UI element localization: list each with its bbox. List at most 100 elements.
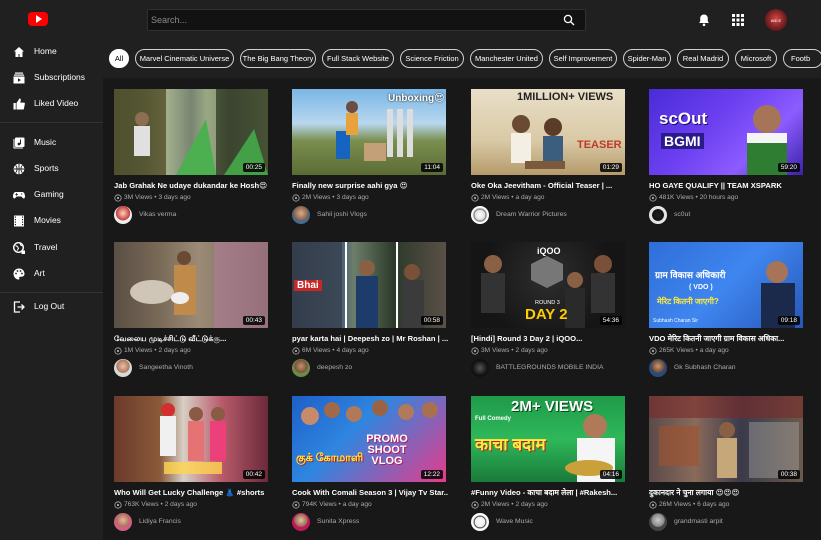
video-age: 20 hours ago — [699, 194, 739, 201]
channel-avatar[interactable] — [649, 206, 667, 224]
channel-name[interactable]: Sunita Xpress — [317, 518, 359, 525]
sidebar-item-home[interactable]: Home — [0, 42, 103, 62]
channel-name[interactable]: Dream Warrior Pictures — [496, 211, 567, 218]
sidebar-item-subscriptions[interactable]: Subscriptions — [0, 68, 103, 88]
channel-name[interactable]: Wave Music — [496, 518, 533, 525]
chip-all[interactable]: All — [109, 49, 129, 68]
chip[interactable]: Self Improvement — [549, 49, 617, 68]
chip[interactable]: Spider-Man — [623, 49, 671, 68]
channel-name[interactable]: Gk Subhash Charan — [674, 364, 736, 371]
video-meta: 26M Views • 6 days ago — [649, 501, 729, 509]
channel-name[interactable]: grandmasti arpit — [674, 518, 723, 525]
sidebar-item-sports[interactable]: Sports — [0, 159, 103, 179]
video-duration: 04:16 — [599, 470, 622, 479]
video-thumbnail[interactable]: Unboxing😍 11:04 — [292, 89, 446, 175]
chip[interactable]: Footb — [783, 49, 821, 68]
video-title[interactable]: HO GAYE QUALIFY || TEAM XSPARK — [649, 181, 805, 190]
search-icon[interactable] — [563, 14, 575, 26]
video-thumbnail[interactable]: 00:42 — [114, 396, 268, 482]
channel-avatar[interactable] — [292, 513, 310, 531]
video-thumbnail[interactable]: 1MILLION+ VIEWS TEASER 01:29 — [471, 89, 625, 175]
video-thumbnail[interactable]: 00:25 — [114, 89, 268, 175]
video-title[interactable]: VDO मेरिट कितनी जाएगी ग्राम विकास अधिका.… — [649, 334, 805, 344]
video-meta: 763K Views • 2 days ago — [114, 501, 197, 509]
views-icon — [649, 194, 657, 202]
video-thumbnail[interactable]: 00:43 — [114, 242, 268, 328]
video-duration: 00:38 — [777, 470, 800, 479]
video-meta: 794K Views • a day ago — [292, 501, 372, 509]
sidebar-item-art[interactable]: Art — [0, 264, 103, 284]
channel-name[interactable]: BATTLEGROUNDS MOBILE INDIA — [496, 364, 604, 371]
video-duration: 12:22 — [420, 470, 443, 479]
apps-grid-icon[interactable] — [731, 13, 745, 27]
sidebar-item-movies[interactable]: Movies — [0, 211, 103, 231]
sidebar-item-liked-video[interactable]: Liked Video — [0, 94, 103, 114]
video-age: 2 days ago — [515, 347, 548, 354]
video-age: 3 days ago — [158, 194, 191, 201]
chip[interactable]: Marvel Cinematic Universe — [135, 49, 234, 68]
video-title[interactable]: Oke Oka Jeevitham - Official Teaser | ..… — [471, 181, 627, 190]
video-title[interactable]: Cook With Comali Season 3 | Vijay Tv Sta… — [292, 488, 448, 497]
sidebar-item-travel[interactable]: Travel — [0, 238, 103, 258]
channel-avatar[interactable] — [649, 359, 667, 377]
channel-name[interactable]: Sahil joshi Vlogs — [317, 211, 367, 218]
video-title[interactable]: Jab Grahak Ne udaye dukandar ke Hosh😍 — [114, 181, 270, 190]
video-title[interactable]: दुकानदार ने चुना लगाया 😍😍😍 — [649, 488, 805, 498]
chip[interactable]: Manchester United — [470, 49, 543, 68]
avatar-text: ANI.E — [770, 17, 782, 23]
sidebar-item-gaming[interactable]: Gaming — [0, 185, 103, 205]
video-title[interactable]: வேலைய முடிச்சிட்டு வீட்டுக்கு... — [114, 334, 270, 344]
channel-name[interactable]: Lidiya Francis — [139, 518, 181, 525]
bell-icon[interactable] — [697, 13, 711, 27]
video-thumbnail[interactable]: iQOO ROUND 3 DAY 2 54:36 — [471, 242, 625, 328]
video-meta: 2M Views • a day ago — [471, 194, 544, 202]
channel-avatar[interactable] — [114, 206, 132, 224]
channel-avatar[interactable] — [292, 359, 310, 377]
video-age: 3 days ago — [336, 194, 369, 201]
video-views: 2M Views — [481, 194, 510, 201]
chip[interactable]: Real Madrid — [677, 49, 729, 68]
sidebar-item-music[interactable]: Music — [0, 133, 103, 153]
video-thumbnail[interactable]: 00:38 — [649, 396, 803, 482]
video-title[interactable]: Finally new surprise aahi gya 😍 — [292, 181, 448, 190]
search-input[interactable] — [148, 10, 548, 30]
video-title[interactable]: [Hindi] Round 3 Day 2 | iQOO... — [471, 334, 627, 343]
channel-avatar[interactable] — [649, 513, 667, 531]
video-thumbnail[interactable]: 2M+ VIEWS Full Comedy काचा बदाम 04:16 — [471, 396, 625, 482]
channel-avatar[interactable] — [471, 513, 489, 531]
thumbnail-overlay-text: DAY 2 — [525, 306, 568, 323]
thumbnail-overlay-text: Bhai — [294, 280, 322, 291]
video-meta: 1M Views • 2 days ago — [114, 347, 191, 355]
channel-avatar[interactable] — [114, 513, 132, 531]
sidebar-item-label: Log Out — [34, 301, 65, 311]
video-views: 481K Views — [659, 194, 694, 201]
video-duration: 09:18 — [777, 316, 800, 325]
video-age: 2 days ago — [515, 501, 548, 508]
video-thumbnail[interactable]: ग्राम विकास अधिकारी ( VDO ) मेरिट कितनी … — [649, 242, 803, 328]
video-thumbnail[interactable]: PROMO SHOOT VLOG குக் கோமாளி 12:22 — [292, 396, 446, 482]
video-thumbnail[interactable]: Bhai 00:58 — [292, 242, 446, 328]
user-avatar[interactable]: ANI.E — [765, 9, 787, 31]
video-title[interactable]: pyar karta hai | Deepesh zo | Mr Roshan … — [292, 334, 448, 343]
chip[interactable]: Microsoft — [735, 49, 777, 68]
channel-name[interactable]: Sangeetha Vinoth — [139, 364, 193, 371]
youtube-logo-icon[interactable] — [28, 12, 48, 26]
channel-avatar[interactable] — [114, 359, 132, 377]
chip[interactable]: Science Friction — [400, 49, 464, 68]
sidebar-item-label: Movies — [34, 215, 61, 225]
video-title[interactable]: #Funny Video - काचा बदाम लेला | #Rakesh.… — [471, 488, 627, 498]
video-age: a day ago — [342, 501, 372, 508]
video-title[interactable]: Who Will Get Lucky Challenge 👗 #shorts — [114, 488, 270, 497]
sidebar-item-log-out[interactable]: Log Out — [0, 297, 103, 317]
chip[interactable]: The Big Bang Theory — [240, 49, 316, 68]
chip[interactable]: Full Stack Website — [322, 49, 394, 68]
views-icon — [471, 347, 479, 355]
channel-name[interactable]: deepesh zo — [317, 364, 352, 371]
channel-avatar[interactable] — [292, 206, 310, 224]
channel-name[interactable]: Vikas verma — [139, 211, 176, 218]
channel-name[interactable]: sc0ut — [674, 211, 690, 218]
views-icon — [649, 501, 657, 509]
video-thumbnail[interactable]: scOut BGMI 59:20 — [649, 89, 803, 175]
channel-avatar[interactable] — [471, 359, 489, 377]
channel-avatar[interactable] — [471, 206, 489, 224]
